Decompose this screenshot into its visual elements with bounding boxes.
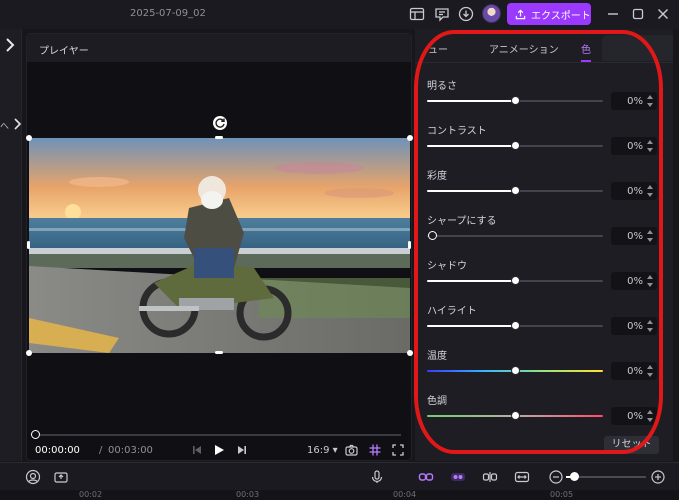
- resize-handle[interactable]: [215, 351, 223, 354]
- next-frame-icon[interactable]: [236, 444, 248, 456]
- ruler-tick-label: 00:04: [393, 490, 417, 499]
- playback-progress-track[interactable]: [35, 434, 401, 436]
- zoom-out-icon[interactable]: [548, 469, 564, 485]
- resize-handle[interactable]: [407, 135, 413, 141]
- fullscreen-icon[interactable]: [392, 444, 404, 456]
- export-icon: [515, 9, 526, 19]
- video-preview[interactable]: [29, 138, 410, 353]
- layout-icon[interactable]: [409, 6, 425, 22]
- time-separator: /: [99, 445, 103, 456]
- export-button[interactable]: エクスポート: [507, 3, 591, 25]
- chevron-right-icon[interactable]: [12, 117, 22, 131]
- chevron-right-icon[interactable]: [4, 37, 16, 53]
- rotate-icon[interactable]: [213, 116, 227, 130]
- snapshot-icon[interactable]: [345, 444, 358, 456]
- left-panel-label: へ: [0, 122, 10, 132]
- video-frame-image: [29, 138, 410, 353]
- resize-handle[interactable]: [215, 136, 223, 139]
- close-icon[interactable]: [656, 7, 670, 21]
- project-title: 2025-07-09_02: [130, 8, 206, 19]
- download-icon[interactable]: [458, 6, 474, 22]
- export-label: エクスポート: [531, 10, 591, 22]
- total-time: 00:03:00: [108, 445, 153, 456]
- timeline-toolbar: [0, 462, 679, 490]
- resize-handle[interactable]: [26, 135, 32, 141]
- face-icon[interactable]: [25, 469, 41, 485]
- resize-handle[interactable]: [26, 350, 32, 356]
- resize-handle[interactable]: [408, 241, 411, 249]
- play-icon[interactable]: [213, 444, 225, 456]
- timeline-ruler[interactable]: 00:02 00:03 00:04 00:05: [0, 490, 679, 500]
- player-header: プレイヤー: [27, 34, 411, 62]
- aspect-ratio-value: 16:9: [307, 445, 330, 456]
- grid-icon[interactable]: [369, 444, 381, 456]
- chevron-down-icon: ▾: [332, 445, 338, 456]
- ruler-tick-label: 00:03: [236, 490, 260, 499]
- fit-icon[interactable]: [514, 469, 530, 485]
- prev-frame-icon[interactable]: [191, 444, 203, 456]
- ruler-tick-label: 00:05: [550, 490, 574, 499]
- minimize-icon[interactable]: [606, 7, 620, 21]
- mask-icon[interactable]: [450, 469, 466, 485]
- export-clip-icon[interactable]: [53, 469, 69, 485]
- split-icon[interactable]: [482, 469, 498, 485]
- resize-handle[interactable]: [27, 241, 30, 249]
- maximize-icon[interactable]: [631, 7, 645, 21]
- annotation-highlight: [414, 30, 663, 454]
- resize-handle[interactable]: [407, 350, 413, 356]
- aspect-ratio-select[interactable]: 16:9 ▾: [307, 445, 338, 456]
- player-title: プレイヤー: [39, 46, 89, 57]
- ruler-tick-label: 00:02: [79, 490, 103, 499]
- timeline-zoom-knob[interactable]: [570, 472, 579, 481]
- zoom-in-icon[interactable]: [650, 469, 666, 485]
- title-bar: 2025-07-09_02 エクスポート: [0, 0, 679, 29]
- left-panel-collapsed: へ: [0, 29, 22, 461]
- feedback-icon[interactable]: [434, 6, 450, 22]
- playhead-knob[interactable]: [31, 430, 40, 439]
- link-icon[interactable]: [418, 469, 434, 485]
- mic-icon[interactable]: [369, 469, 385, 485]
- avatar[interactable]: [482, 4, 501, 23]
- player-panel: プレイヤー 00:00:00 / 00:03:00 16:9 ▾: [26, 33, 413, 461]
- current-time: 00:00:00: [35, 445, 80, 456]
